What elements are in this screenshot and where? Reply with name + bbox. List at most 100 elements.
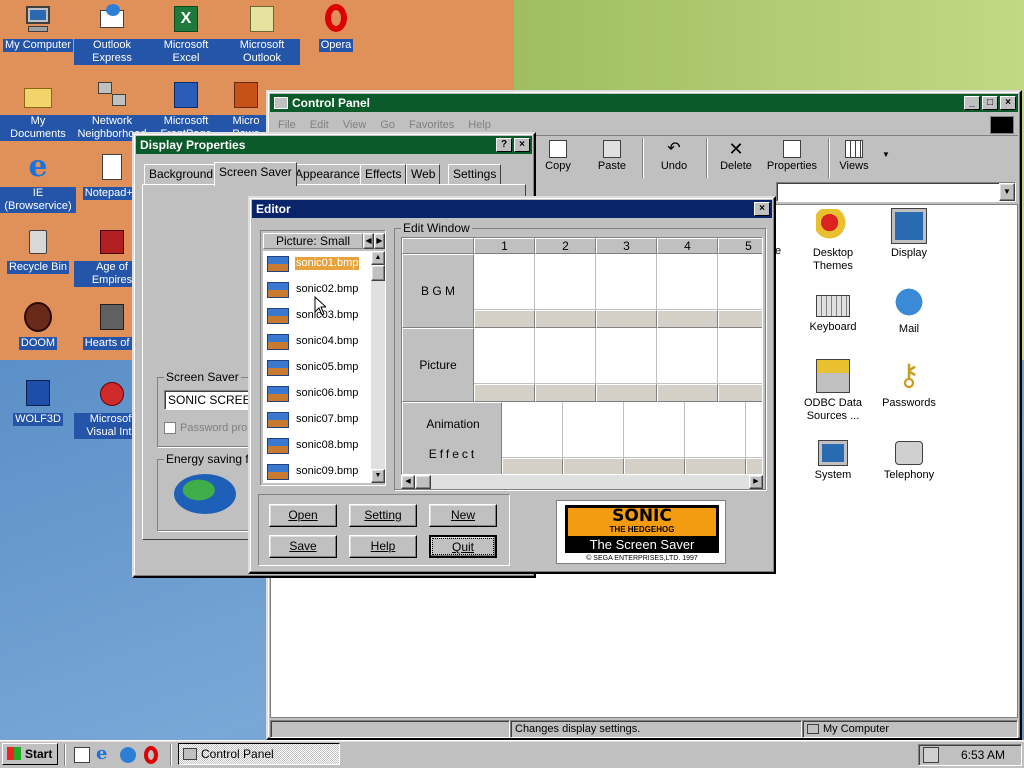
grid-cell[interactable] xyxy=(596,328,657,384)
copy-button[interactable]: Copy xyxy=(542,140,574,172)
picture-list-item[interactable]: sonic01.bmp xyxy=(263,251,371,277)
grid-subcell[interactable] xyxy=(624,458,685,474)
menu-edit[interactable]: Edit xyxy=(310,119,329,131)
desktop-icon-opera[interactable]: Opera xyxy=(298,4,374,52)
tab-web[interactable]: Web xyxy=(406,164,441,184)
tab-screen-saver[interactable]: Screen Saver xyxy=(214,162,297,186)
close-button[interactable]: × xyxy=(754,202,770,216)
minimize-button[interactable]: _ xyxy=(964,96,980,110)
control-panel-titlebar[interactable]: Control Panel _ □ × xyxy=(270,94,1018,112)
grid-cell[interactable] xyxy=(535,254,596,310)
taskbar-control-panel[interactable]: Control Panel xyxy=(178,743,340,765)
desktop-icon-ie[interactable]: e IE (Browservice) xyxy=(0,152,76,213)
grid-subcell[interactable] xyxy=(596,310,657,328)
grid-subcell[interactable] xyxy=(535,310,596,328)
cp-item-display[interactable]: Display xyxy=(869,208,949,260)
grid-subcell[interactable] xyxy=(535,384,596,402)
close-button[interactable]: × xyxy=(1000,96,1016,110)
scroll-thumb[interactable] xyxy=(371,265,385,281)
address-input[interactable]: ▼ xyxy=(776,182,1016,202)
picture-prev-icon[interactable]: ◀ xyxy=(363,233,374,249)
grid-cell[interactable] xyxy=(474,254,535,310)
open-button[interactable]: Open xyxy=(269,504,337,527)
desktop-icon-my-documents[interactable]: My Documents xyxy=(0,80,76,141)
grid-subcell[interactable] xyxy=(746,458,762,474)
address-dropdown-icon[interactable]: ▼ xyxy=(999,183,1015,201)
menu-file[interactable]: File xyxy=(278,119,296,131)
desktop-icon-wolf3d[interactable]: WOLF3D xyxy=(0,378,76,426)
undo-button[interactable]: ↶ Undo xyxy=(656,140,692,172)
grid-cell[interactable] xyxy=(746,402,762,458)
desktop-icon-excel[interactable]: X Microsoft Excel xyxy=(148,4,224,65)
desktop-icon-recycle-bin[interactable]: Recycle Bin xyxy=(0,226,76,274)
views-dropdown-icon[interactable]: ▼ xyxy=(882,150,890,159)
tab-appearance[interactable]: Appearance xyxy=(290,164,365,184)
maximize-button[interactable]: □ xyxy=(982,96,998,110)
picture-list-item[interactable]: sonic05.bmp xyxy=(263,355,371,381)
cp-item-system[interactable]: System xyxy=(793,435,873,482)
picture-list-item[interactable]: sonic07.bmp xyxy=(263,407,371,433)
cp-item-keyboard[interactable]: Keyboard xyxy=(793,285,873,334)
grid-subcell[interactable] xyxy=(718,384,762,402)
picture-list-item[interactable]: sonic06.bmp xyxy=(263,381,371,407)
views-button[interactable]: Views xyxy=(836,140,872,172)
setting-button[interactable]: Setting xyxy=(349,504,417,527)
new-button[interactable]: New xyxy=(429,504,497,527)
grid-cell[interactable] xyxy=(718,328,762,384)
delete-button[interactable]: ✕ Delete xyxy=(716,140,756,172)
grid-cell[interactable] xyxy=(596,254,657,310)
grid-subcell[interactable] xyxy=(596,384,657,402)
grid-cell[interactable] xyxy=(535,328,596,384)
grid-subcell[interactable] xyxy=(502,458,563,474)
grid-cell[interactable] xyxy=(502,402,563,458)
show-desktop-icon[interactable] xyxy=(74,747,90,763)
hscroll-thumb[interactable] xyxy=(415,475,431,489)
menu-go[interactable]: Go xyxy=(380,119,395,131)
cp-item-passwords[interactable]: ⚷ Passwords xyxy=(869,359,949,410)
grid-cell[interactable] xyxy=(624,402,685,458)
ie-quicklaunch-icon[interactable]: e xyxy=(96,745,107,763)
picture-next-icon[interactable]: ▶ xyxy=(374,233,385,249)
cp-item-desktop-themes[interactable]: Desktop Themes xyxy=(793,209,873,273)
editor-titlebar[interactable]: Editor × xyxy=(252,200,772,218)
cp-item-mail[interactable]: Mail xyxy=(869,285,949,336)
grid-cell[interactable] xyxy=(657,328,718,384)
password-protected-checkbox[interactable]: Password pro xyxy=(164,422,247,435)
edit-grid-hscrollbar[interactable]: ◀ ▶ xyxy=(401,475,763,489)
grid-subcell[interactable] xyxy=(657,310,718,328)
desktop-icon-doom[interactable]: DOOM xyxy=(0,302,76,350)
cp-item-telephony[interactable]: Telephony xyxy=(869,435,949,482)
scroll-left-icon[interactable]: ◀ xyxy=(401,475,415,489)
start-button[interactable]: Start xyxy=(2,743,58,765)
picture-list-scrollbar[interactable]: ▲ ▼ xyxy=(371,251,385,483)
opera-quicklaunch-icon[interactable] xyxy=(144,746,158,764)
tray-network-icon[interactable] xyxy=(923,747,939,763)
picture-list-item[interactable]: sonic08.bmp xyxy=(263,433,371,459)
menu-view[interactable]: View xyxy=(343,119,367,131)
clock[interactable]: 6:53 AM xyxy=(961,748,1005,762)
desktop-icon-outlook-express[interactable]: Outlook Express xyxy=(74,4,150,65)
menu-help[interactable]: Help xyxy=(468,119,491,131)
scroll-up-icon[interactable]: ▲ xyxy=(371,251,385,265)
help-button[interactable]: ? xyxy=(496,138,512,152)
picture-list-item[interactable]: sonic09.bmp xyxy=(263,459,371,483)
grid-subcell[interactable] xyxy=(657,384,718,402)
grid-cell[interactable] xyxy=(718,254,762,310)
grid-cell[interactable] xyxy=(685,402,746,458)
grid-cell[interactable] xyxy=(657,254,718,310)
scroll-right-icon[interactable]: ▶ xyxy=(749,475,763,489)
properties-button[interactable]: Properties xyxy=(764,140,820,172)
paste-button[interactable]: Paste xyxy=(594,140,630,172)
save-button[interactable]: Save xyxy=(269,535,337,558)
outlook-quicklaunch-icon[interactable] xyxy=(120,747,136,763)
grid-subcell[interactable] xyxy=(563,458,624,474)
grid-subcell[interactable] xyxy=(474,310,535,328)
grid-cell[interactable] xyxy=(563,402,624,458)
help-button[interactable]: Help xyxy=(349,535,417,558)
scroll-down-icon[interactable]: ▼ xyxy=(371,469,385,483)
cp-item-odbc[interactable]: ODBC Data Sources ... xyxy=(793,359,873,423)
tab-effects[interactable]: Effects xyxy=(360,164,407,184)
grid-subcell[interactable] xyxy=(718,310,762,328)
tab-settings[interactable]: Settings xyxy=(448,164,502,184)
grid-subcell[interactable] xyxy=(685,458,746,474)
